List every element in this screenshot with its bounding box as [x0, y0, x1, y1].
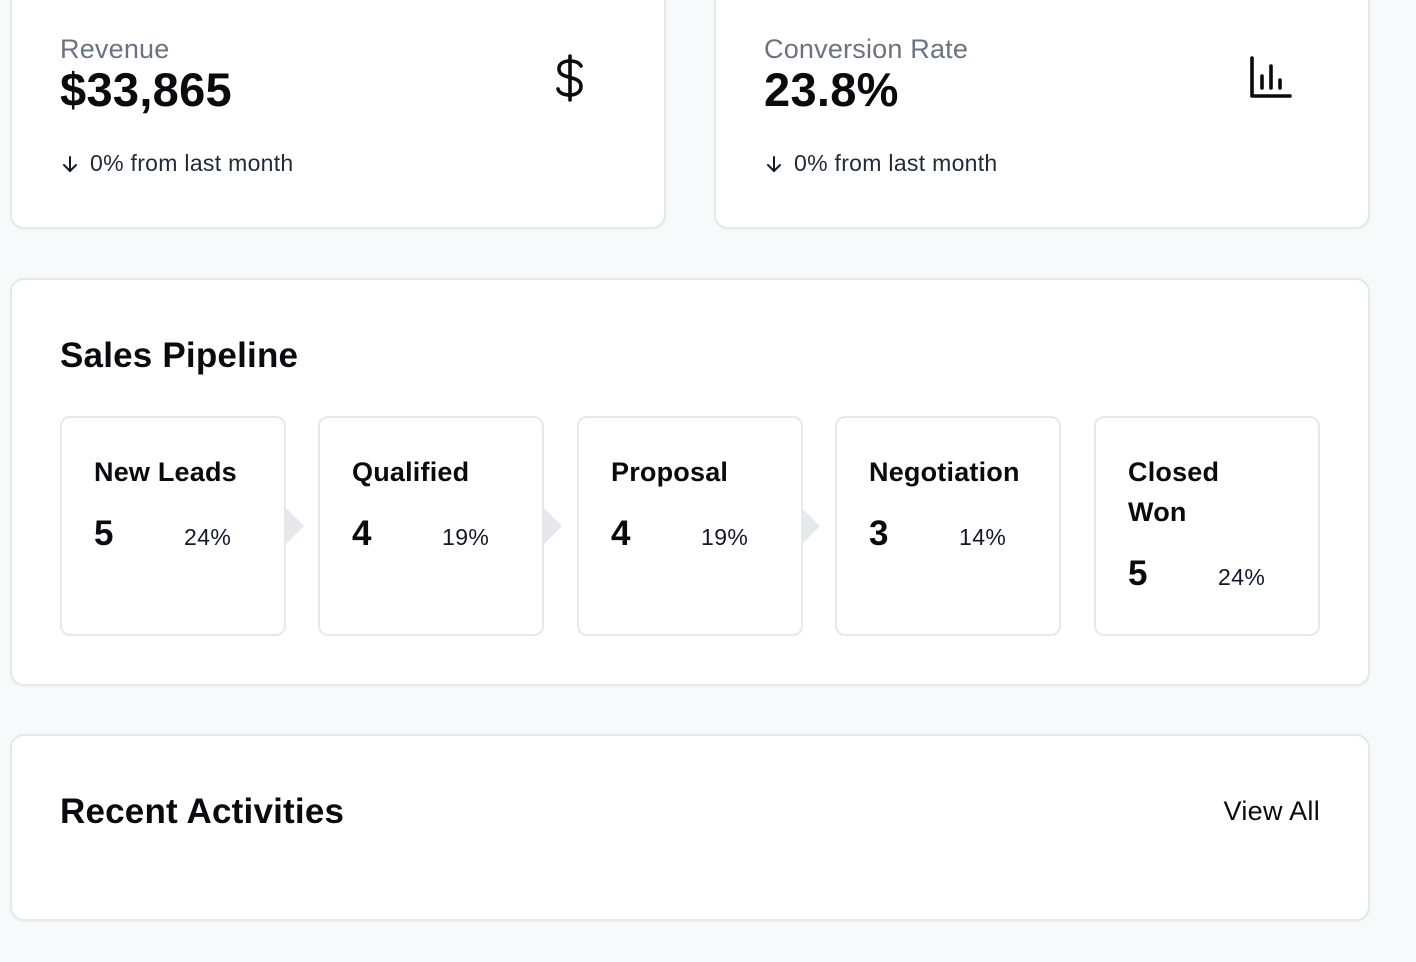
stage-stats: 4 19%: [352, 514, 510, 554]
stage-name: Negotiation: [869, 457, 1020, 487]
stat-value: 23.8%: [764, 63, 899, 116]
pipeline-stage-proposal[interactable]: Proposal 4 19%: [577, 416, 803, 636]
stat-change-text: 0% from last month: [794, 150, 998, 176]
stat-value: $33,865: [60, 63, 232, 116]
view-all-link[interactable]: View All: [1224, 796, 1320, 827]
chevron-right-icon: [802, 508, 820, 544]
pipeline-stage-negotiation[interactable]: Negotiation 3 14%: [835, 416, 1061, 636]
stage-percent: 14%: [959, 524, 1007, 550]
stage-count: 3: [869, 514, 889, 553]
stage-percent: 19%: [442, 524, 490, 550]
stage-count: 5: [94, 514, 114, 553]
conversion-rate-card: Conversion Rate 23.8% 0% from last month: [714, 0, 1370, 229]
stat-change: 0% from last month: [60, 150, 294, 177]
stage-stats: 3 14%: [869, 514, 1027, 554]
stage-name: Closed Won: [1128, 457, 1220, 527]
stat-change-text: 0% from last month: [90, 150, 294, 176]
chevron-right-icon: [286, 508, 304, 544]
stage-count: 4: [611, 514, 631, 553]
revenue-card: Revenue $33,865 0% from last month: [10, 0, 666, 229]
recent-activities-card: Recent Activities View All: [10, 734, 1370, 921]
section-title: Recent Activities: [60, 792, 345, 831]
stage-percent: 24%: [1218, 564, 1266, 590]
section-title: Sales Pipeline: [60, 336, 299, 375]
stage-count: 4: [352, 514, 372, 553]
pipeline-stage-closed-won[interactable]: Closed Won 5 24%: [1094, 416, 1320, 636]
chevron-right-icon: [544, 508, 562, 544]
stage-stats: 5 24%: [94, 514, 252, 554]
stage-percent: 24%: [184, 524, 232, 550]
stage-count: 5: [1128, 554, 1148, 593]
stage-name: Qualified: [352, 457, 470, 487]
stat-label: Conversion Rate: [764, 34, 969, 64]
dollar-icon: [556, 54, 583, 102]
arrow-down-icon: [767, 155, 781, 172]
stage-name: New Leads: [94, 457, 237, 487]
stage-stats: 4 19%: [611, 514, 769, 554]
stat-change: 0% from last month: [764, 150, 998, 177]
stat-label: Revenue: [60, 34, 170, 64]
stage-name: Proposal: [611, 457, 729, 487]
stage-stats: 5 24%: [1128, 554, 1286, 594]
stage-percent: 19%: [701, 524, 749, 550]
pipeline-stage-new-leads[interactable]: New Leads 5 24%: [60, 416, 286, 636]
bar-chart-icon: [1250, 56, 1292, 98]
sales-pipeline-card: Sales Pipeline New Leads 5 24% Qualified…: [10, 278, 1370, 686]
pipeline-stage-qualified[interactable]: Qualified 4 19%: [318, 416, 544, 636]
arrow-down-icon: [63, 155, 77, 172]
